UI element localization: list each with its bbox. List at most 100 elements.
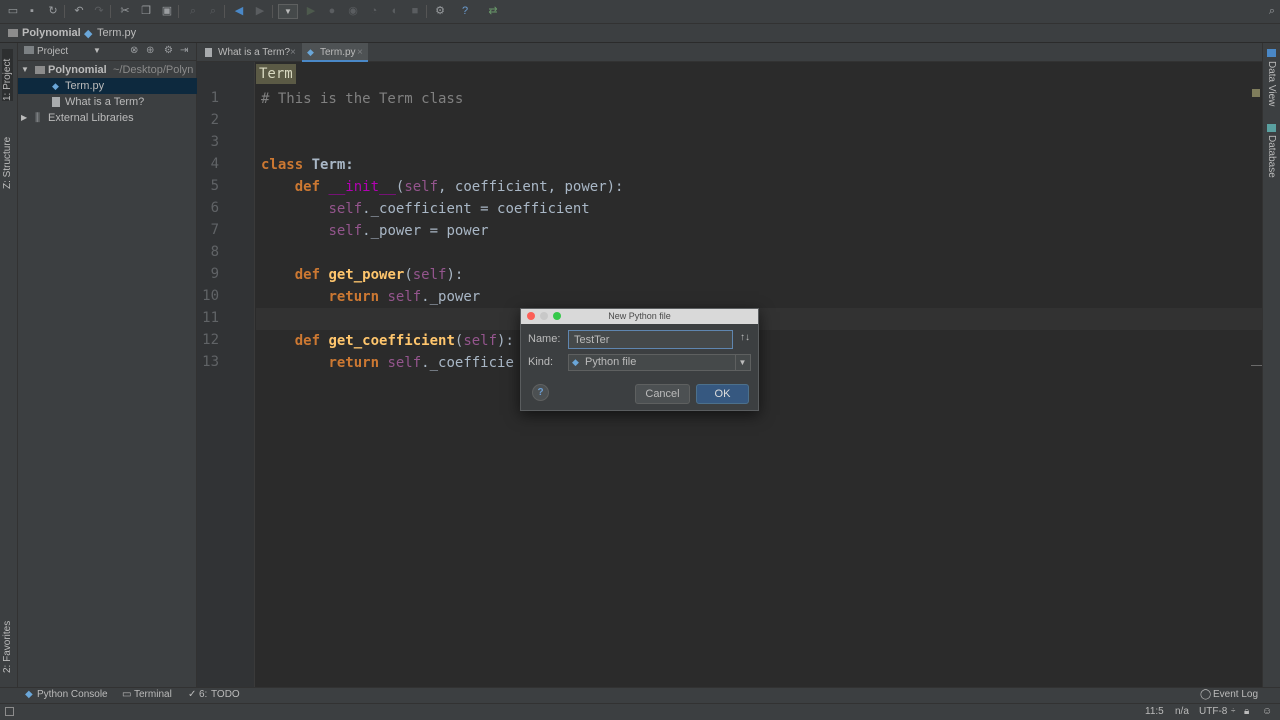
- collapse-icon[interactable]: ⊗: [130, 45, 138, 56]
- profile-icon[interactable]: ◔: [367, 4, 381, 18]
- python-file-icon: ◆: [307, 47, 314, 57]
- tab-structure[interactable]: Z: Structure: [2, 119, 13, 189]
- replace-icon[interactable]: ⌕: [206, 4, 220, 18]
- kind-select[interactable]: ◆ Python file ▼: [568, 354, 751, 371]
- right-tool-stripe: Data View Database: [1262, 43, 1280, 687]
- status-bar: 11:5 n/a UTF-8 ÷ 🔒︎ ☺︎: [0, 703, 1280, 720]
- line-number: 2: [210, 112, 219, 128]
- line-number: 7: [210, 222, 219, 238]
- debug-icon[interactable]: ●: [325, 4, 339, 18]
- help-button[interactable]: ?: [532, 384, 549, 401]
- sync-icon[interactable]: ↻: [46, 4, 60, 18]
- gear-icon[interactable]: ⚙: [164, 45, 173, 56]
- open-folder-icon[interactable]: ▭: [6, 4, 20, 18]
- paste-icon[interactable]: ▣: [160, 4, 174, 18]
- tree-item-what-is-term[interactable]: What is a Term?: [18, 94, 197, 110]
- minimize-window-icon[interactable]: [540, 312, 548, 320]
- caret-position[interactable]: 11:5: [1145, 706, 1164, 717]
- save-icon[interactable]: ▪: [25, 4, 39, 18]
- tab-project[interactable]: 1: Project: [2, 49, 13, 101]
- tab-term-py[interactable]: ◆ Term.py ×: [302, 43, 368, 62]
- data-view-icon: [1267, 49, 1276, 57]
- todo-icon: ✓: [188, 689, 197, 700]
- expand-arrow-icon[interactable]: ▼: [21, 62, 29, 78]
- code-line-12: def get_coefficient(self):: [294, 333, 514, 349]
- folder-icon: [8, 29, 18, 37]
- copy-icon[interactable]: ❐: [139, 4, 153, 18]
- nav-file[interactable]: Term.py: [97, 27, 136, 39]
- tab-label: What is a Term?: [218, 47, 291, 58]
- line-number: 8: [210, 244, 219, 260]
- coverage-icon[interactable]: ◉: [346, 4, 360, 18]
- inspection-marker[interactable]: [1252, 89, 1260, 97]
- tree-item-external-libraries[interactable]: ▶ ⫼ External Libraries: [18, 110, 197, 126]
- maximize-window-icon[interactable]: [553, 312, 561, 320]
- line-number: 3: [210, 134, 219, 150]
- code-line-10: return self._power: [328, 289, 481, 305]
- forward-icon[interactable]: ▶: [253, 4, 267, 18]
- run-icon[interactable]: ▶: [304, 4, 318, 18]
- tab-what-is-term[interactable]: What is a Term? ×: [200, 43, 300, 62]
- tab-database[interactable]: Database: [1266, 135, 1277, 178]
- tab-event-log[interactable]: Event Log: [1213, 689, 1258, 700]
- tree-item-term-py[interactable]: ◆ Term.py: [18, 78, 197, 94]
- editor-tabs: What is a Term? × ◆ Term.py ×: [197, 43, 1262, 62]
- inspector-icon[interactable]: ☺︎: [1262, 706, 1272, 717]
- code-line-9: def get_power(self):: [294, 267, 464, 283]
- redo-icon[interactable]: ↷: [92, 4, 106, 18]
- sort-icon[interactable]: ↑↓: [740, 332, 750, 343]
- file-encoding[interactable]: UTF-8: [1199, 706, 1227, 717]
- undo-icon[interactable]: ↶: [72, 4, 86, 18]
- encoding-dropdown-icon[interactable]: ÷: [1231, 706, 1235, 715]
- line-number: 13: [202, 354, 219, 370]
- help-icon[interactable]: ?: [458, 4, 472, 18]
- tab-todo[interactable]: TODO: [211, 689, 240, 700]
- project-header-label[interactable]: Project: [37, 46, 68, 57]
- ok-button[interactable]: OK: [696, 384, 749, 404]
- vcs-icon[interactable]: ⇄: [486, 4, 500, 18]
- code-line-4: class Term:: [261, 157, 354, 173]
- find-icon[interactable]: ⌕: [186, 4, 200, 18]
- tree-item-label: What is a Term?: [65, 96, 145, 108]
- line-number: 5: [210, 178, 219, 194]
- tree-root[interactable]: ▼ Polynomial ~/Desktop/Polyn: [18, 62, 197, 78]
- search-everywhere-icon[interactable]: ⌕: [1265, 4, 1279, 18]
- concurrency-icon[interactable]: ◐: [388, 4, 402, 18]
- main-toolbar: ▭ ▪ ↻ ↶ ↷ ✂ ❐ ▣ ⌕ ⌕ ◀ ▶ ▼ ▶ ● ◉ ◔ ◐ ■ ⚙ …: [0, 0, 1280, 24]
- close-icon[interactable]: ×: [290, 43, 296, 62]
- line-number: 9: [210, 266, 219, 282]
- tab-python-console[interactable]: Python Console: [37, 689, 108, 700]
- tab-data-view[interactable]: Data View: [1266, 61, 1277, 106]
- name-input[interactable]: [568, 330, 733, 349]
- settings-icon[interactable]: ⚙: [433, 4, 447, 18]
- line-gutter: 1 2 3 4 5 6 7 8 9 10 11 12 13: [197, 62, 255, 687]
- line-number: 1: [210, 90, 219, 106]
- lock-icon[interactable]: 🔒︎: [1244, 706, 1249, 717]
- chevron-down-icon[interactable]: ▼: [735, 355, 749, 370]
- back-icon[interactable]: ◀: [232, 4, 246, 18]
- scroll-from-source-icon[interactable]: ⊕: [146, 45, 154, 56]
- cancel-button[interactable]: Cancel: [635, 384, 690, 404]
- tab-favorites[interactable]: 2: Favorites: [2, 613, 13, 673]
- text-file-icon: [205, 48, 212, 57]
- nav-project[interactable]: Polynomial: [22, 27, 81, 39]
- cut-icon[interactable]: ✂: [118, 4, 132, 18]
- event-log-icon: ◯: [1200, 689, 1212, 700]
- stop-icon[interactable]: ■: [408, 4, 422, 18]
- hide-icon[interactable]: ⇥: [180, 45, 188, 56]
- new-python-file-dialog: New Python file Name: ↑↓ Kind: ◆ Python …: [520, 308, 759, 411]
- expand-arrow-icon[interactable]: ▶: [21, 110, 27, 126]
- close-icon[interactable]: ×: [357, 43, 363, 62]
- bottom-tool-stripe: ◆ Python Console ▭ Terminal ✓ 6: TODO ◯ …: [0, 687, 1280, 703]
- tab-terminal[interactable]: Terminal: [134, 689, 172, 700]
- close-window-icon[interactable]: [527, 312, 535, 320]
- current-line-highlight: [256, 308, 1262, 330]
- left-tool-stripe: 1: Project Z: Structure 2: Favorites: [0, 43, 18, 687]
- tool-windows-icon[interactable]: [5, 707, 14, 716]
- line-separator[interactable]: n/a: [1175, 706, 1189, 717]
- run-config-dropdown[interactable]: ▼: [278, 4, 298, 19]
- view-dropdown-icon[interactable]: ▼: [93, 46, 101, 55]
- kind-value: Python file: [585, 356, 637, 368]
- tree-item-label: External Libraries: [48, 112, 134, 124]
- breadcrumb[interactable]: Term: [256, 64, 296, 84]
